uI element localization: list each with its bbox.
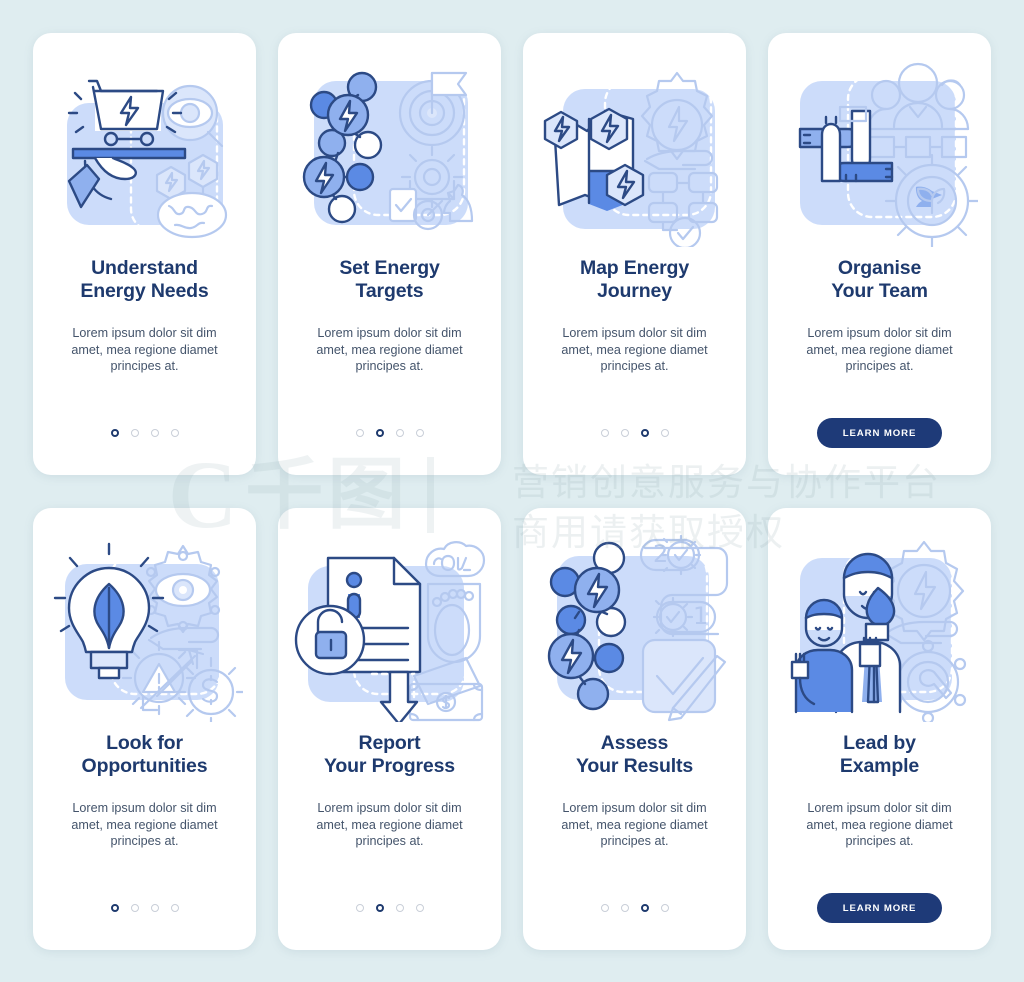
screen-card-map-energy-journey[interactable]: Map Energy Journey Lorem ipsum dolor sit…: [523, 33, 746, 475]
card-title-line-2: Energy Needs: [80, 279, 209, 302]
illustration-lightbulb-leaf-eye-gear-hand-arrows-dollar: [33, 508, 256, 726]
pagination-dot-3[interactable]: [640, 904, 649, 912]
pagination-dot-4[interactable]: [660, 429, 669, 437]
card-title-line-2: Example: [839, 754, 920, 777]
illustration-people-torch-gear-energy-hand-wrench: [768, 508, 991, 726]
pagination-dot-4[interactable]: [170, 429, 179, 437]
card-footer: [523, 391, 746, 475]
pagination-dot-4[interactable]: [660, 904, 669, 912]
card-title-line-2: Journey: [597, 279, 672, 302]
pagination-dot-1[interactable]: [110, 429, 119, 437]
card-title: Lead by Example: [826, 732, 933, 777]
pagination-dot-3[interactable]: [395, 429, 404, 437]
pagination-dots[interactable]: [355, 429, 424, 437]
card-footer: [33, 391, 256, 475]
pagination-dot-3[interactable]: [150, 429, 159, 437]
card-footer: [523, 866, 746, 950]
card-description: Lorem ipsum dolor sit dim amet, mea regi…: [806, 326, 953, 374]
card-description: Lorem ipsum dolor sit dim amet, mea regi…: [806, 801, 953, 849]
card-title: Look for Opportunities: [68, 732, 222, 777]
card-title-line-1: Map Energy: [579, 257, 690, 279]
card-title-line-1: Assess: [600, 732, 669, 754]
pagination-dot-4[interactable]: [415, 429, 424, 437]
screens-grid: Understand Energy Needs Lorem ipsum dolo…: [33, 33, 991, 950]
card-title-line-2: Your Results: [575, 754, 694, 777]
pagination-dot-2[interactable]: [130, 904, 139, 912]
card-title-line-2: Your Team: [831, 279, 928, 302]
card-description: Lorem ipsum dolor sit dim amet, mea regi…: [71, 326, 218, 374]
pagination-dot-3[interactable]: [395, 904, 404, 912]
illustration-hand-tray-energy-cart-magnifier-globe: [33, 33, 256, 251]
card-title-line-2: Opportunities: [81, 754, 208, 777]
card-title-line-1: Set Energy: [339, 257, 440, 279]
pagination-dot-1[interactable]: [355, 904, 364, 912]
pagination-dot-4[interactable]: [170, 904, 179, 912]
card-title-line-1: Report: [358, 732, 421, 754]
illustration-interlocking-hands-team-gear-leaf: [768, 33, 991, 251]
card-description: Lorem ipsum dolor sit dim amet, mea regi…: [71, 801, 218, 849]
card-title-line-1: Lead by: [843, 732, 916, 754]
screen-card-understand-energy-needs[interactable]: Understand Energy Needs Lorem ipsum dolo…: [33, 33, 256, 475]
pagination-dot-2[interactable]: [130, 429, 139, 437]
pagination-dots[interactable]: [110, 429, 179, 437]
card-description: Lorem ipsum dolor sit dim amet, mea regi…: [316, 326, 463, 374]
card-footer: [278, 866, 501, 950]
pagination-dot-2[interactable]: [620, 904, 629, 912]
card-footer: [33, 866, 256, 950]
pagination-dots[interactable]: [355, 904, 424, 912]
onboarding-screens-sheet: C 千图 营销创意服务与协作平台 商用请获取授权: [0, 0, 1024, 982]
screen-card-lead-by-example[interactable]: Lead by Example Lorem ipsum dolor sit di…: [768, 508, 991, 950]
pagination-dot-2[interactable]: [375, 429, 384, 437]
pagination-dot-1[interactable]: [600, 429, 609, 437]
card-footer: [278, 391, 501, 475]
screen-card-assess-your-results[interactable]: 2 1 Assess Your Results Lorem ipsum dolo…: [523, 508, 746, 950]
learn-more-button[interactable]: LEARN MORE: [816, 893, 943, 923]
illustration-network-energy-nodes-steps-checkbox-pen: 2 1: [523, 508, 746, 726]
illustration-map-energy-hexagons-gear-hand-flowchart-check: [523, 33, 746, 251]
screen-card-report-your-progress[interactable]: Report Your Progress Lorem ipsum dolor s…: [278, 508, 501, 950]
card-title: Set Energy Targets: [325, 257, 453, 302]
pagination-dot-1[interactable]: [110, 904, 119, 912]
card-title-line-1: Understand: [91, 257, 198, 279]
screen-card-look-for-opportunities[interactable]: Look for Opportunities Lorem ipsum dolor…: [33, 508, 256, 950]
card-description: Lorem ipsum dolor sit dim amet, mea regi…: [561, 326, 708, 374]
pagination-dot-3[interactable]: [150, 904, 159, 912]
card-title: Understand Energy Needs: [66, 257, 222, 302]
screen-card-set-energy-targets[interactable]: Set Energy Targets Lorem ipsum dolor sit…: [278, 33, 501, 475]
card-title-line-1: Organise: [837, 257, 922, 279]
illustration-document-unlock-co2-footprint-money-arrow-down: [278, 508, 501, 726]
pagination-dots[interactable]: [600, 429, 669, 437]
pagination-dot-2[interactable]: [375, 904, 384, 912]
card-footer: LEARN MORE: [768, 391, 991, 475]
card-description: Lorem ipsum dolor sit dim amet, mea regi…: [561, 801, 708, 849]
card-title: Assess Your Results: [562, 732, 707, 777]
card-title: Organise Your Team: [817, 257, 942, 302]
card-title-line-1: Look for: [106, 732, 183, 754]
card-description: Lorem ipsum dolor sit dim amet, mea regi…: [316, 801, 463, 849]
svg-text:1: 1: [693, 602, 708, 630]
card-title: Map Energy Journey: [566, 257, 703, 302]
learn-more-button[interactable]: LEARN MORE: [816, 418, 943, 448]
pagination-dot-1[interactable]: [600, 904, 609, 912]
card-title-line-2: Your Progress: [324, 754, 455, 777]
screen-card-organise-your-team[interactable]: Organise Your Team Lorem ipsum dolor sit…: [768, 33, 991, 475]
pagination-dot-2[interactable]: [620, 429, 629, 437]
card-footer: LEARN MORE: [768, 866, 991, 950]
pagination-dot-4[interactable]: [415, 904, 424, 912]
pagination-dots[interactable]: [600, 904, 669, 912]
pagination-dot-3[interactable]: [640, 429, 649, 437]
illustration-network-energy-nodes-target-flag-gear-chess: [278, 33, 501, 251]
card-title: Report Your Progress: [310, 732, 469, 777]
card-title-line-2: Targets: [355, 279, 424, 302]
pagination-dots[interactable]: [110, 904, 179, 912]
pagination-dot-1[interactable]: [355, 429, 364, 437]
